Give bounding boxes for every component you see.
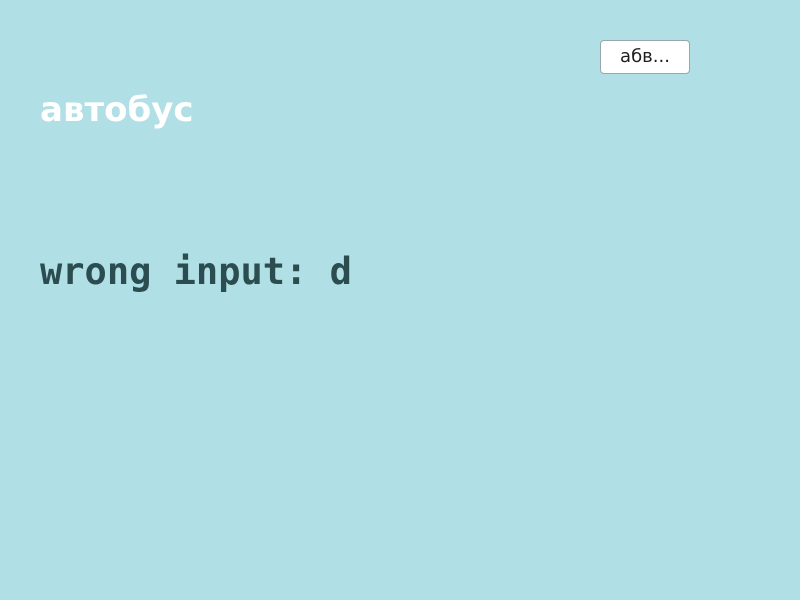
feedback-message: wrong input: d: [40, 250, 352, 293]
alphabet-button[interactable]: абв...: [600, 40, 690, 74]
target-word: автобус: [40, 90, 194, 130]
game-screen: абв... автобус wrong input: d: [0, 0, 800, 600]
